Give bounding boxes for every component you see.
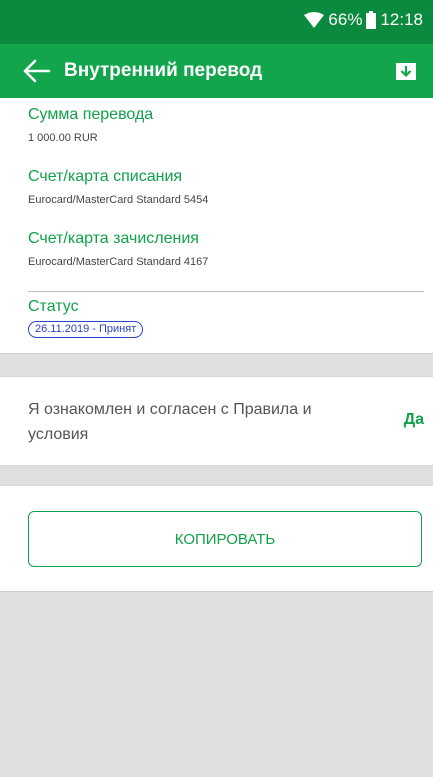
app-toolbar: Внутренний перевод [0,44,433,98]
arrow-left-icon[interactable] [22,57,52,85]
divider [28,291,424,292]
agreement-row: Я ознакомлен и согласен с Правила и усло… [0,376,433,466]
target-value: Eurocard/MasterCard Standard 4167 [28,256,209,268]
status-field: Статус 26.11.2019 - Принят [28,296,144,338]
status-bar: 66% 12:18 [0,0,433,44]
agreement-value: Да [403,411,424,428]
amount-value: 1 000.00 RUR [28,132,98,144]
clock: 12:18 [380,10,423,29]
status-label: Статус [28,298,79,315]
source-field: Счет/карта списания Eurocard/MasterCard … [28,166,208,208]
status-badge: 26.11.2019 - Принят [28,321,144,338]
wifi-icon [304,12,325,28]
target-field: Счет/карта зачисления Eurocard/MasterCar… [28,228,208,270]
battery-icon [366,11,377,29]
page-title: Внутренний перевод [64,60,263,81]
source-value: Eurocard/MasterCard Standard 5454 [28,194,209,206]
actions-panel: КОПИРОВАТЬ [0,485,433,592]
transfer-details: Сумма перевода 1 000.00 RUR Счет/карта с… [0,98,433,354]
agreement-text: Я ознакомлен и согласен с Правила и усло… [28,401,312,443]
battery-percent: 66% [328,10,363,29]
target-label: Счет/карта зачисления [28,230,199,247]
amount-field: Сумма перевода 1 000.00 RUR [28,104,153,146]
amount-label: Сумма перевода [28,106,154,123]
download-icon[interactable] [394,58,418,82]
source-label: Счет/карта списания [28,168,183,185]
status-bar-indicators: 66% 12:18 [304,9,423,31]
copy-button[interactable]: КОПИРОВАТЬ [28,511,422,567]
